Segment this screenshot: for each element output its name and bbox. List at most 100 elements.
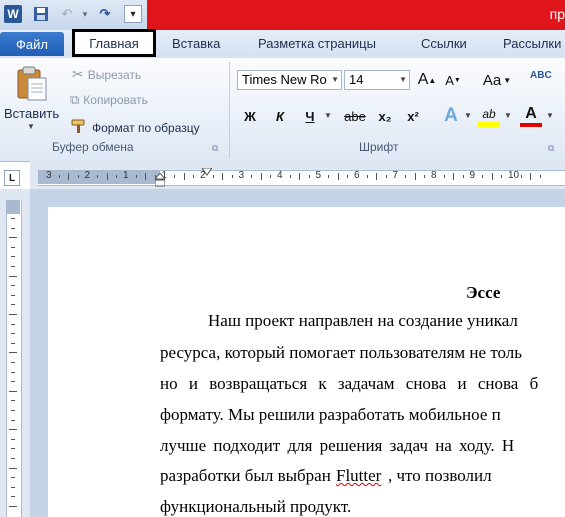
ruler-number: 6 <box>354 170 360 181</box>
ruler-tick <box>11 227 15 229</box>
redo-icon[interactable]: ↷ <box>96 5 114 23</box>
save-icon[interactable] <box>32 5 50 23</box>
ruler-tick <box>530 173 532 180</box>
ruler-tick <box>58 175 60 178</box>
font-size-combo[interactable]: 14 ▼ <box>344 70 410 90</box>
document-line: лучше подходит для решения задач на ходу… <box>160 436 515 455</box>
superscript-button[interactable]: x² <box>402 105 424 127</box>
document-line: ресурса, который помогает пользователям … <box>160 343 523 362</box>
copy-icon: ⧉ <box>70 92 80 107</box>
left-indent-marker-icon[interactable] <box>153 172 167 187</box>
ruler-tick <box>308 175 310 178</box>
group-separator <box>229 62 230 158</box>
ruler-tick <box>11 246 15 248</box>
ruler-number: 3 <box>46 170 52 181</box>
change-case-button[interactable]: Aa ▼ <box>482 69 512 91</box>
clear-formatting-icon[interactable]: ABC <box>530 70 552 92</box>
format-painter-icon <box>70 118 88 137</box>
cut-button[interactable]: ✂ Вырезать <box>72 66 141 83</box>
ruler-tick <box>11 448 15 450</box>
quick-access-toolbar: W ↶ ▾ ↷ ▾ <box>0 0 147 30</box>
shrink-font-button[interactable]: A ▼ <box>442 69 464 91</box>
ruler-tick <box>260 173 262 180</box>
tab-page-layout[interactable]: Разметка страницы <box>258 36 376 51</box>
grow-font-icon: A <box>417 71 429 88</box>
strikethrough-button[interactable]: abe <box>340 105 370 127</box>
ruler-tick <box>289 175 291 178</box>
vertical-ruler-top-margin <box>6 200 20 214</box>
font-color-button[interactable]: A <box>520 105 542 127</box>
tab-insert[interactable]: Вставка <box>172 36 220 51</box>
ruler-tick <box>453 173 455 180</box>
ruler-number: 10 <box>508 170 520 181</box>
copy-button[interactable]: ⧉ Копировать <box>70 92 148 108</box>
ruler-numbers: 3 2 1 1 2 3 4 5 6 7 8 9 10 <box>38 170 565 184</box>
undo-icon[interactable]: ↶ <box>58 5 76 23</box>
first-line-indent-icon[interactable] <box>201 165 213 176</box>
ruler-tick <box>11 362 15 363</box>
tab-mailings[interactable]: Рассылки <box>503 36 561 51</box>
bold-button[interactable]: Ж <box>240 105 260 127</box>
ruler-number: 3 <box>238 170 245 181</box>
highlight-dropdown-icon[interactable]: ▼ <box>504 111 512 120</box>
copy-label: Копировать <box>83 93 148 107</box>
ruler-tick <box>106 173 108 180</box>
font-launcher-icon[interactable]: ⧉ <box>548 143 554 154</box>
ruler-tick <box>347 175 349 178</box>
ruler-tick <box>11 294 15 296</box>
ruler-tick <box>9 390 17 392</box>
ruler-tick <box>11 256 15 258</box>
paste-icon[interactable] <box>14 64 50 102</box>
word-app-icon[interactable]: W <box>4 5 22 23</box>
underline-dropdown-icon[interactable]: ▼ <box>324 111 332 120</box>
ruler-tick <box>443 175 445 178</box>
italic-button[interactable]: К <box>270 105 290 127</box>
document-line: формату. Мы решили разработать мобильное… <box>160 405 501 424</box>
ruler-tick <box>9 314 17 315</box>
customize-qat-icon[interactable]: ▾ <box>124 5 142 23</box>
ruler-tick <box>405 175 407 178</box>
text-effects-button[interactable]: A <box>440 105 462 127</box>
clipboard-launcher-icon[interactable]: ⧉ <box>212 143 218 154</box>
tab-home[interactable]: Главная <box>72 29 156 57</box>
ruler-number: 5 <box>315 170 322 181</box>
format-painter-button[interactable]: Формат по образцу <box>70 118 200 137</box>
ruler-tick <box>366 175 368 178</box>
grow-font-button[interactable]: A ▲ <box>416 69 438 91</box>
font-name-combo[interactable]: Times New Ro ▼ <box>237 70 342 90</box>
format-painter-label: Формат по образцу <box>92 120 200 135</box>
ruler-tick <box>11 333 15 335</box>
subscript-button[interactable]: x₂ <box>374 105 396 127</box>
tab-selector[interactable]: L <box>4 170 20 186</box>
ruler-tick <box>11 410 15 411</box>
tab-file[interactable]: Файл <box>0 32 64 56</box>
font-name-dropdown-icon[interactable]: ▼ <box>331 71 339 89</box>
highlight-button[interactable]: ab <box>478 105 500 127</box>
ruler-tick <box>539 175 541 178</box>
ruler-tick <box>482 175 484 178</box>
ruler-tick <box>11 323 15 325</box>
ruler-tick <box>174 175 176 178</box>
text-effects-dropdown-icon[interactable]: ▼ <box>464 111 472 120</box>
font-color-dropdown-icon[interactable]: ▼ <box>546 111 554 120</box>
misspelled-word[interactable]: Flutter <box>336 466 381 486</box>
underline-button[interactable]: Ч <box>300 105 320 127</box>
ruler-tick <box>9 275 17 277</box>
document-line-part: разработки был выбран <box>160 466 331 485</box>
ruler-tick <box>231 175 233 178</box>
ruler-tick <box>11 477 15 479</box>
ruler-tick <box>11 381 15 383</box>
paste-button[interactable]: Вставить <box>4 106 59 121</box>
tab-references[interactable]: Ссылки <box>421 36 467 51</box>
document-page[interactable]: Эссе Наш проект направлен на создание ун… <box>48 207 565 517</box>
cut-label: Вырезать <box>87 67 142 82</box>
ruler-tick <box>11 458 15 459</box>
ruler-tick <box>9 506 17 507</box>
paste-dropdown-icon[interactable]: ▼ <box>27 122 35 131</box>
ruler-tick <box>11 486 15 488</box>
ruler-tick <box>11 438 15 440</box>
ruler-tick <box>11 419 15 421</box>
undo-dropdown-icon[interactable]: ▾ <box>76 5 94 23</box>
font-size-value: 14 <box>349 72 364 87</box>
font-size-dropdown-icon[interactable]: ▼ <box>399 71 407 89</box>
